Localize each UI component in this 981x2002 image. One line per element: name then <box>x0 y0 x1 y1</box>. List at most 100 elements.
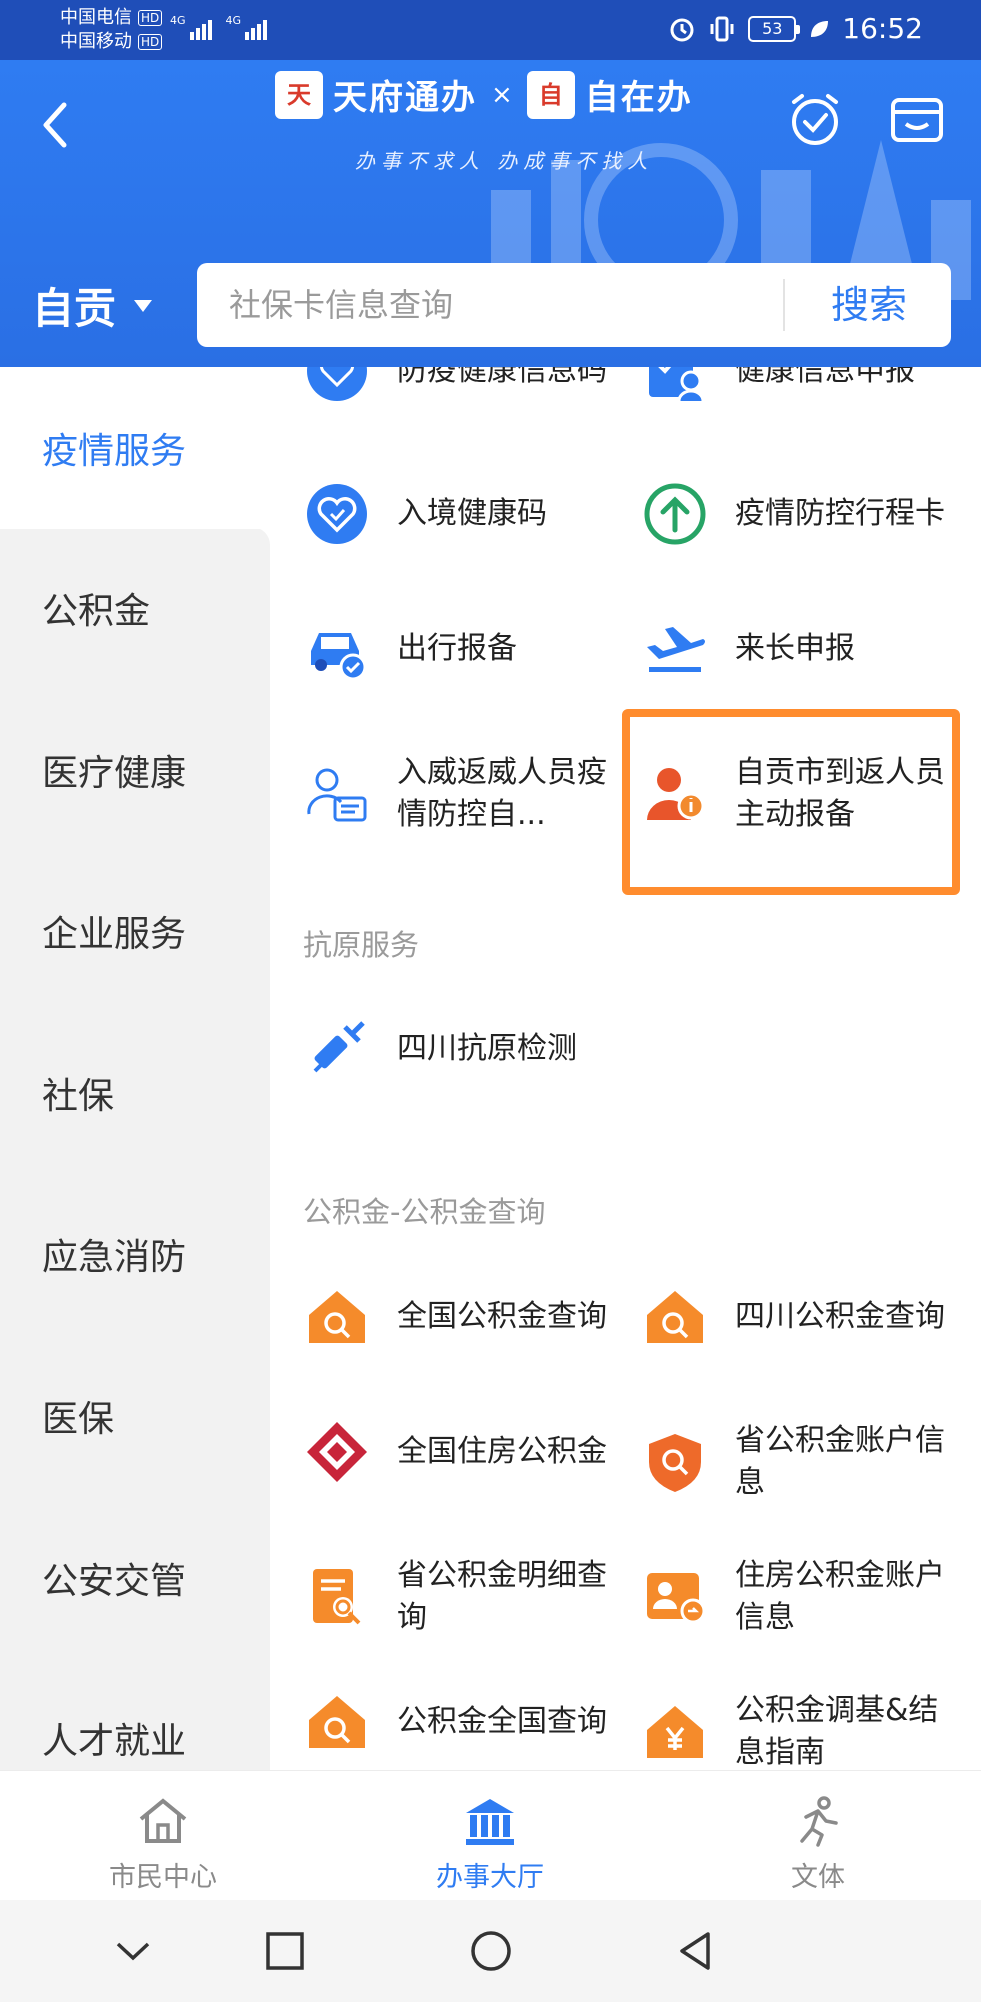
carrier-info: 中国电信 HD 中国移动 HD <box>60 6 163 54</box>
hd-badge: HD <box>138 34 163 50</box>
recent-apps-icon[interactable] <box>262 1928 308 1974</box>
tab-culture-sports[interactable]: 文体 <box>718 1771 918 1901</box>
status-bar: 中国电信 HD 中国移动 HD 4G 4G 53 16:52 <box>0 0 981 60</box>
logo-text-right: 自在办 <box>584 78 693 118</box>
service-travel-report[interactable]: 出行报备 <box>305 617 607 681</box>
sidebar-item-medical-insurance[interactable]: 医保 <box>0 1335 270 1497</box>
tab-label: 办事大厅 <box>436 1862 544 1893</box>
service-province-fund-account[interactable]: 省公积金账户信息 <box>643 1420 945 1504</box>
service-label: 健康信息申报 <box>735 367 915 388</box>
housing-fund-logo-icon <box>307 1422 367 1482</box>
service-fund-adjust-guide[interactable]: 公积金调基&结息指南 <box>643 1690 945 1770</box>
shield-search-icon <box>649 1434 701 1492</box>
signal-indicators: 4G 4G <box>170 14 268 40</box>
service-label: 疫情防控行程卡 <box>735 496 945 531</box>
content-area: 疫情服务 公积金 医疗健康 企业服务 社保 应急消防 医保 公安交管 人才就业 … <box>0 367 981 1770</box>
service-province-fund-detail[interactable]: 省公积金明细查询 <box>305 1555 607 1639</box>
building-columns-icon <box>466 1799 514 1845</box>
service-laichang-report[interactable]: 来长申报 <box>643 617 945 681</box>
sidebar-item-medical-health[interactable]: 医疗健康 <box>0 689 270 851</box>
house-yuan-icon <box>647 1706 703 1758</box>
back-icon[interactable] <box>36 95 76 155</box>
caret-down-icon <box>134 299 153 312</box>
service-label: 公积金全国查询 <box>397 1704 607 1739</box>
service-label: 省公积金明细查询 <box>397 1558 607 1635</box>
chevron-down-icon[interactable] <box>110 1928 156 1974</box>
home-circle-icon[interactable] <box>468 1928 514 1974</box>
user-card-icon <box>307 768 367 822</box>
service-label: 全国公积金查询 <box>397 1299 607 1334</box>
wallet-icon[interactable] <box>888 90 946 148</box>
sidebar-item-housing-fund[interactable]: 公积金 <box>0 527 270 689</box>
sidebar-item-social-security[interactable]: 社保 <box>0 1012 270 1174</box>
sidebar-item-epidemic[interactable]: 疫情服务 <box>0 367 270 529</box>
tab-service-hall[interactable]: 办事大厅 <box>390 1771 590 1901</box>
city-selector[interactable]: 自贡 <box>32 275 153 336</box>
battery-icon: 53 <box>748 15 801 42</box>
search-bar: 搜索 <box>197 263 951 347</box>
service-housing-fund-account[interactable]: 住房公积金账户信息 <box>643 1555 945 1639</box>
sidebar-item-emergency[interactable]: 应急消防 <box>0 1173 270 1335</box>
service-trip-card[interactable]: 疫情防控行程卡 <box>643 482 945 546</box>
system-navigation-bar <box>0 1900 981 2002</box>
logo-badge-right: 自 <box>526 70 575 119</box>
bottom-tab-bar: 市民中心 办事大厅 文体 <box>0 1770 981 1900</box>
service-national-fund-query[interactable]: 全国公积金查询 <box>305 1285 607 1349</box>
service-label: 出行报备 <box>397 631 517 666</box>
service-label: 入威返威人员疫情防控自... <box>397 755 607 832</box>
app-logo: 天 天府通办 × 自 自在办 <box>275 70 693 119</box>
service-label: 省公积金账户信息 <box>735 1423 945 1500</box>
account-card-icon <box>647 1573 706 1624</box>
sidebar-item-enterprise[interactable]: 企业服务 <box>0 850 270 1012</box>
user-check-icon <box>649 367 705 402</box>
service-label: 公积金调基&结息指南 <box>735 1693 939 1770</box>
service-weihai-return[interactable]: 入威返威人员疫情防控自... <box>305 752 607 836</box>
sidebar-item-talent-employment[interactable]: 人才就业 <box>0 1657 270 1770</box>
clock: 16:52 <box>842 12 923 45</box>
tab-citizen-center[interactable]: 市民中心 <box>63 1771 263 1901</box>
tab-label: 市民中心 <box>109 1862 217 1893</box>
service-national-housing-fund[interactable]: 全国住房公积金 <box>305 1420 607 1484</box>
search-divider <box>783 279 785 331</box>
leaf-icon <box>811 20 829 37</box>
highlight-annotation <box>622 709 960 895</box>
section-title-housing-fund: 公积金-公积金查询 <box>303 1195 546 1229</box>
service-sichuan-antigen[interactable]: 四川抗原检测 <box>305 1017 607 1081</box>
airplane-icon <box>647 627 705 672</box>
car-check-icon <box>311 633 367 681</box>
alarm-icon <box>670 18 694 41</box>
service-health-declaration[interactable]: 健康信息申报 <box>643 367 945 403</box>
hd-badge: HD <box>138 10 163 26</box>
signal-icon: 4G <box>226 14 268 40</box>
service-sichuan-fund-query[interactable]: 四川公积金查询 <box>643 1285 945 1349</box>
arrow-up-circle-icon <box>644 483 706 545</box>
service-label: 四川公积金查询 <box>735 1299 945 1334</box>
house-search-icon <box>647 1291 703 1343</box>
logo-badge-left: 天 <box>275 70 323 119</box>
signal-icon: 4G <box>170 14 212 40</box>
carrier-1: 中国电信 <box>60 7 132 28</box>
back-triangle-icon[interactable] <box>672 1928 718 1974</box>
city-label: 自贡 <box>32 284 117 333</box>
search-input[interactable] <box>229 263 769 347</box>
syringe-icon <box>313 1021 365 1073</box>
heart-code-icon <box>307 367 367 401</box>
timer-check-icon[interactable] <box>786 90 844 148</box>
running-person-icon <box>800 1796 838 1847</box>
status-right: 53 16:52 <box>668 12 923 45</box>
vibrate-icon <box>710 16 734 41</box>
tab-label: 文体 <box>791 1862 845 1893</box>
sidebar-item-public-security[interactable]: 公安交管 <box>0 1497 270 1659</box>
logo-separator: × <box>491 79 513 110</box>
house-search-icon <box>309 1291 365 1343</box>
service-fund-national-query[interactable]: 公积金全国查询 <box>305 1690 607 1754</box>
service-entry-health-code[interactable]: 入境健康码 <box>305 482 607 546</box>
screen: 中国电信 HD 中国移动 HD 4G 4G 53 16:52 天 天府通办 × … <box>0 0 981 2002</box>
heart-shield-icon <box>307 484 367 544</box>
service-health-info-code[interactable]: 防疫健康信息码 <box>305 367 607 403</box>
service-label: 防疫健康信息码 <box>397 367 607 388</box>
section-title-antigen: 抗原服务 <box>303 928 420 962</box>
search-button[interactable]: 搜索 <box>787 263 951 347</box>
logo-text-left: 天府通办 <box>333 78 477 118</box>
service-label: 入境健康码 <box>397 496 547 531</box>
